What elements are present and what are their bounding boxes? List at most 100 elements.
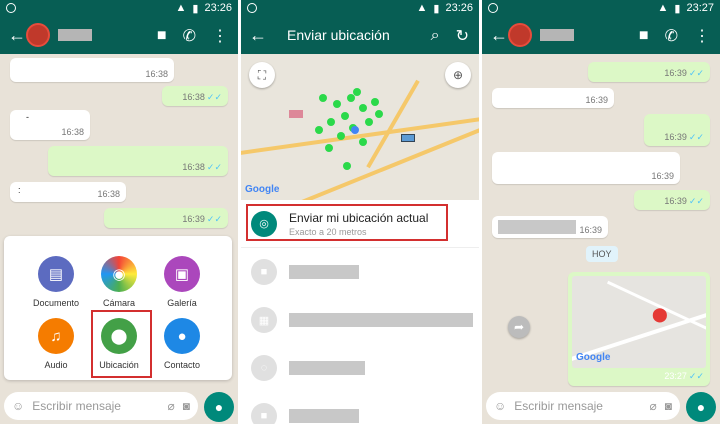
video-call-icon[interactable]: ■ bbox=[157, 27, 167, 45]
chat-header: ← ■ ✆ ⋮ bbox=[482, 16, 720, 54]
message-bubble[interactable]: -16:38 bbox=[10, 110, 90, 140]
location-message[interactable]: ⬤ Google 23:27 ✓✓ bbox=[568, 272, 710, 386]
status-bar: ▲ ▮ 23:26 bbox=[241, 0, 479, 16]
phone-icon[interactable]: ✆ bbox=[183, 26, 196, 46]
contact-name-redacted[interactable] bbox=[540, 29, 574, 41]
car-icon: ■ bbox=[251, 403, 277, 424]
message-bubble[interactable]: 16:39 bbox=[492, 88, 614, 108]
read-ticks-icon: ✓✓ bbox=[688, 68, 704, 78]
car-icon: ■ bbox=[251, 259, 277, 285]
avatar[interactable] bbox=[508, 23, 532, 47]
place-name-redacted bbox=[289, 409, 359, 423]
attach-document-button[interactable]: ▤ Documento bbox=[25, 256, 87, 308]
mic-icon: ● bbox=[696, 399, 706, 415]
status-bar: ▲ ▮ 23:27 bbox=[482, 0, 720, 16]
chat-header: ← ■ ✆ ⋮ bbox=[0, 16, 238, 54]
message-list: 16:39 ✓✓ 16:39 16:39 ✓✓ 16:39 16:39 ✓✓ 16:3… bbox=[482, 54, 720, 388]
status-time: 23:27 bbox=[686, 2, 714, 14]
read-ticks-icon: ✓✓ bbox=[206, 162, 222, 172]
camera-input-icon[interactable]: ◙ bbox=[665, 399, 672, 413]
place-item[interactable]: ■ bbox=[241, 248, 479, 296]
back-arrow-icon[interactable]: ← bbox=[490, 25, 508, 46]
attach-gallery-button[interactable]: ▣ Galería bbox=[151, 256, 213, 308]
overflow-menu-icon[interactable]: ⋮ bbox=[212, 26, 228, 46]
building-icon: ▦ bbox=[251, 307, 277, 333]
road-sign bbox=[401, 134, 415, 142]
message-input-bar: ☺ Escribir mensaje ⌀ ◙ ● bbox=[482, 388, 720, 424]
refresh-icon[interactable]: ↻ bbox=[456, 26, 469, 46]
signal-icon: ▲ bbox=[175, 2, 187, 14]
contact-name-redacted[interactable] bbox=[58, 29, 92, 41]
place-name-redacted bbox=[289, 361, 365, 375]
battery-icon: ▮ bbox=[674, 2, 681, 15]
document-icon: ▤ bbox=[38, 256, 74, 292]
attachment-menu: ▤ Documento ◉ Cámara ▣ Galería ♫ Audio ⬤ Ubic… bbox=[4, 236, 232, 380]
search-icon[interactable]: ⌕ bbox=[431, 27, 440, 45]
chat-panel-attach: ▲ ▮ 23:26 ← ■ ✆ ⋮ 16:38 16:38 ✓✓ -16:38 1… bbox=[0, 0, 238, 424]
location-map-thumbnail[interactable]: ⬤ Google bbox=[572, 276, 706, 368]
mic-icon: ● bbox=[214, 399, 224, 415]
message-input[interactable]: ☺ Escribir mensaje ⌀ ◙ bbox=[486, 392, 680, 420]
message-bubble[interactable]: 16:39 bbox=[492, 216, 608, 238]
video-call-icon[interactable]: ■ bbox=[639, 27, 649, 45]
read-ticks-icon: ✓✓ bbox=[688, 371, 704, 381]
emoji-icon[interactable]: ☺ bbox=[12, 399, 24, 413]
battery-icon: ▮ bbox=[433, 2, 440, 15]
attach-icon[interactable]: ⌀ bbox=[168, 399, 175, 413]
attach-icon[interactable]: ⌀ bbox=[650, 399, 657, 413]
camera-input-icon[interactable]: ◙ bbox=[183, 399, 190, 413]
fullscreen-icon[interactable]: ⛶ bbox=[249, 62, 275, 88]
message-bubble[interactable]: 16:39 bbox=[492, 152, 680, 184]
google-logo: Google bbox=[576, 352, 611, 363]
my-location-icon[interactable]: ⊕ bbox=[445, 62, 471, 88]
status-bar: ▲ ▮ 23:26 bbox=[0, 0, 238, 16]
page-title: Enviar ubicación bbox=[287, 27, 390, 43]
headphones-icon: ♫ bbox=[38, 318, 74, 354]
attach-camera-button[interactable]: ◉ Cámara bbox=[88, 256, 150, 308]
camera-icon: ◉ bbox=[101, 256, 137, 292]
place-name-redacted bbox=[289, 313, 473, 327]
whatsapp-status-icon bbox=[247, 3, 257, 13]
read-ticks-icon: ✓✓ bbox=[206, 92, 222, 102]
map-view[interactable]: Google ⛶ ⊕ bbox=[241, 54, 479, 200]
message-bubble[interactable]: 16:38 ✓✓ bbox=[162, 86, 228, 106]
place-item[interactable]: ◌ bbox=[241, 344, 479, 392]
back-arrow-icon[interactable]: ← bbox=[8, 25, 26, 46]
back-arrow-icon[interactable]: ← bbox=[249, 25, 267, 46]
map-pin-icon: ⬤ bbox=[652, 306, 668, 322]
google-logo: Google bbox=[245, 184, 280, 195]
message-input[interactable]: ☺ Escribir mensaje ⌀ ◙ bbox=[4, 392, 198, 420]
status-time: 23:26 bbox=[204, 2, 232, 14]
attach-audio-button[interactable]: ♫ Audio bbox=[25, 318, 87, 370]
signal-icon: ▲ bbox=[657, 2, 669, 14]
read-ticks-icon: ✓✓ bbox=[688, 132, 704, 142]
contact-icon: ● bbox=[164, 318, 200, 354]
location-highlight-box bbox=[91, 310, 152, 378]
attach-contact-button[interactable]: ● Contacto bbox=[151, 318, 213, 370]
gallery-icon: ▣ bbox=[164, 256, 200, 292]
place-item[interactable]: ■ bbox=[241, 392, 479, 424]
place-item[interactable]: ▦ bbox=[241, 296, 479, 344]
mic-button[interactable]: ● bbox=[204, 392, 234, 422]
chat-panel-location-sent: ▲ ▮ 23:27 ← ■ ✆ ⋮ 16:39 ✓✓ 16:39 16:39 ✓✓ … bbox=[482, 0, 720, 424]
message-bubble[interactable]: 16:39 ✓✓ bbox=[588, 62, 710, 82]
bike-icon: ◌ bbox=[251, 355, 277, 381]
my-location-dot bbox=[351, 126, 359, 134]
message-bubble[interactable]: 16:39 ✓✓ bbox=[104, 208, 228, 228]
message-bubble[interactable]: 16:39 ✓✓ bbox=[644, 114, 710, 146]
forward-icon[interactable]: ➦ bbox=[508, 316, 530, 338]
avatar[interactable] bbox=[26, 23, 50, 47]
message-bubble[interactable]: 16:38 ✓✓ bbox=[48, 146, 228, 176]
overflow-menu-icon[interactable]: ⋮ bbox=[694, 26, 710, 46]
message-bubble[interactable]: 16:39 ✓✓ bbox=[634, 190, 710, 210]
phone-icon[interactable]: ✆ bbox=[665, 26, 678, 46]
message-bubble[interactable]: :16:38 bbox=[10, 182, 126, 202]
date-divider: HOY bbox=[586, 246, 618, 262]
mic-button[interactable]: ● bbox=[686, 392, 716, 422]
message-text-redacted bbox=[498, 220, 576, 234]
emoji-icon[interactable]: ☺ bbox=[494, 399, 506, 413]
message-bubble[interactable]: 16:38 bbox=[10, 58, 174, 82]
signal-icon: ▲ bbox=[416, 2, 428, 14]
whatsapp-status-icon bbox=[488, 3, 498, 13]
message-input-bar: ☺ Escribir mensaje ⌀ ◙ ● bbox=[0, 388, 238, 424]
